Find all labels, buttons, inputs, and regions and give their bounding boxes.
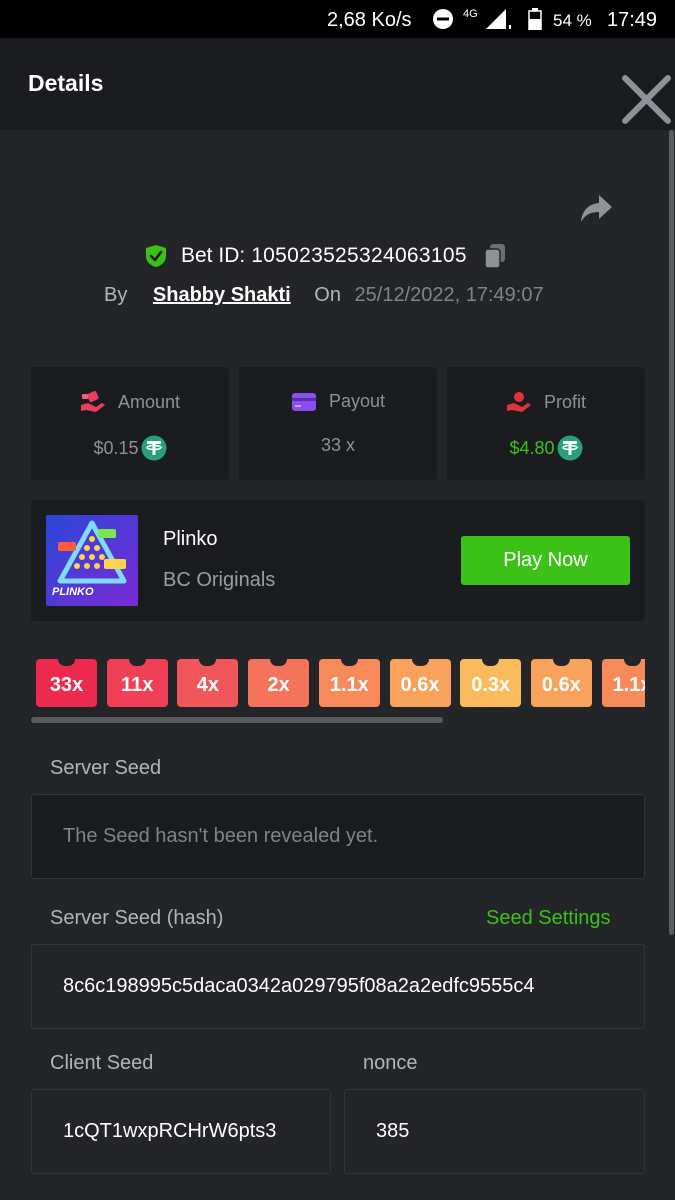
network-speed: 2,68 Ko/s: [327, 9, 412, 31]
clock: 17:49: [607, 9, 658, 31]
modal-header: Details: [0, 38, 675, 130]
tether-icon: [141, 435, 167, 461]
card-icon: [291, 392, 316, 411]
modal-title: Details: [28, 70, 104, 96]
tether-icon: [557, 435, 583, 461]
plinko-thumbnail[interactable]: PLINKO: [46, 515, 138, 606]
amount-card: Amount $0.15: [31, 367, 229, 480]
on-label: On: [314, 284, 341, 306]
horizontal-scrollbar[interactable]: [31, 717, 443, 723]
game-provider: BC Originals: [163, 569, 276, 591]
multiplier-chip: 33x: [36, 659, 97, 707]
amount-label: Amount: [117, 391, 181, 412]
bet-meta-row: By Shabby Shakti On 25/12/2022, 17:49:07: [104, 284, 544, 307]
payout-label: Payout: [328, 391, 386, 411]
payout-value: 33 x: [320, 435, 356, 455]
payout-card: Payout 33 x: [239, 367, 437, 480]
battery-level: 54 %: [553, 11, 592, 30]
nonce-field[interactable]: 385: [344, 1089, 645, 1174]
profit-card: Profit $4.80: [447, 367, 645, 480]
by-label: By: [104, 284, 128, 306]
profit-label: Profit: [543, 391, 586, 412]
server-seed-hash-value: 8c6c198995c5daca0342a029795f08a2a2edfc95…: [63, 975, 535, 997]
amount-value: $0.15: [93, 437, 139, 458]
battery-icon: [528, 8, 542, 30]
signal-icon: [486, 9, 511, 29]
bet-id-label: Bet ID:: [181, 244, 246, 267]
coins-hand-icon: [80, 391, 105, 412]
multiplier-chip: 0.6x: [389, 659, 451, 707]
username-link[interactable]: Shabby Shakti: [153, 284, 291, 306]
server-seed-value: The Seed hasn't been revealed yet.: [63, 825, 379, 847]
copy-icon[interactable]: [483, 243, 507, 269]
bet-datetime: 25/12/2022, 17:49:07: [354, 284, 544, 306]
do-not-disturb-icon: [433, 9, 453, 29]
vertical-scrollbar[interactable]: [669, 130, 674, 935]
status-bar: 2,68 Ko/s 4G 54 % 17:49: [0, 0, 675, 38]
game-name[interactable]: Plinko: [163, 528, 217, 551]
multiplier-chip: 1.1x: [318, 659, 380, 707]
share-icon[interactable]: [580, 194, 613, 224]
server-seed-field[interactable]: The Seed hasn't been revealed yet.: [31, 794, 645, 879]
multiplier-chip: 2x: [248, 659, 310, 707]
server-seed-label: Server Seed: [50, 757, 162, 779]
game-card: PLINKO Plinko BC Originals Play Now: [31, 500, 645, 621]
server-seed-hash-field[interactable]: 8c6c198995c5daca0342a029795f08a2a2edfc95…: [31, 944, 645, 1029]
multiplier-chip: 0.3x: [460, 659, 522, 707]
client-seed-field[interactable]: 1cQT1wxpRCHrW6pts3: [31, 1089, 331, 1174]
close-icon[interactable]: [618, 71, 675, 128]
multiplier-chip: 0.6x: [530, 659, 592, 707]
bet-id-row: Bet ID: 105023525324063105: [145, 243, 507, 269]
multiplier-chip: 4x: [177, 659, 239, 707]
bet-id-value: 105023525324063105: [251, 244, 467, 267]
nonce-value: 385: [376, 1120, 410, 1142]
multiplier-chip: 11x: [106, 659, 168, 707]
seed-settings-link[interactable]: Seed Settings: [486, 907, 611, 930]
play-now-button[interactable]: Play Now: [461, 536, 630, 585]
nonce-label: nonce: [363, 1052, 418, 1074]
shield-check-icon: [146, 245, 166, 267]
profit-value: $4.80: [509, 437, 555, 458]
server-seed-hash-label: Server Seed (hash): [50, 907, 224, 929]
client-seed-value: 1cQT1wxpRCHrW6pts3: [63, 1120, 277, 1142]
thumbnail-word: PLINKO: [52, 586, 94, 598]
multiplier-chip: 1.1x: [601, 659, 645, 707]
client-seed-label: Client Seed: [50, 1052, 154, 1074]
profit-hand-icon: [506, 392, 531, 412]
network-type: 4G: [463, 8, 478, 20]
multiplier-row[interactable]: 33x11x4x2x1.1x0.6x0.3x0.6x1.1x: [31, 659, 645, 709]
